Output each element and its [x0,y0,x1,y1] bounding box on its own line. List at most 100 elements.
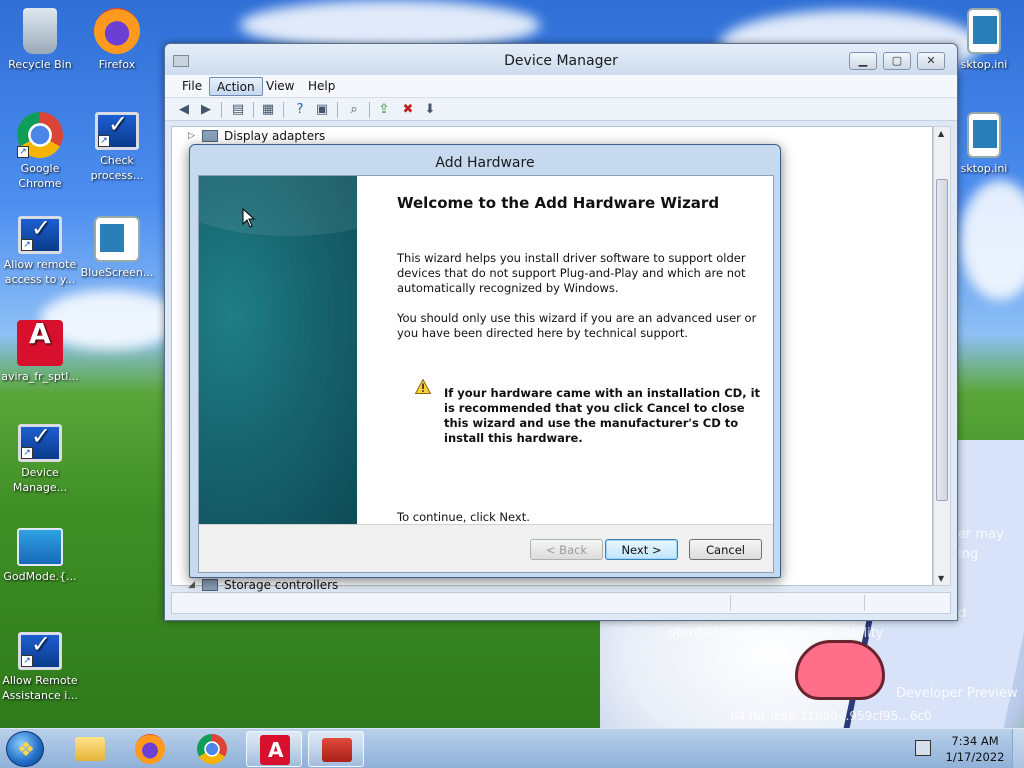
folder-icon [75,737,105,761]
add-hardware-dialog[interactable]: Add Hardware Welcome to the Add Hardware… [189,144,781,578]
desktop-icon-bluescreen[interactable]: BlueScreen... [77,216,157,280]
scroll-down-arrow-icon[interactable]: ▼ [938,574,944,583]
back-button[interactable]: < Back [530,539,603,560]
shortcut-arrow-icon: ↗ [21,239,33,251]
taskbar-chrome[interactable] [184,731,240,767]
chrome-icon [197,734,227,764]
toolbar-separator [221,102,222,118]
bluescreen-view-icon [94,216,140,262]
monitor-check-icon: ↗ [95,112,139,150]
desktop-icon-check-process[interactable]: ↗ Check process... [77,112,157,183]
show-hide-console-tree-icon[interactable]: ▤ [229,101,247,118]
desktop-icon-device-manager[interactable]: ↗ Device Manage... [0,424,80,495]
scan-hardware-icon[interactable]: ⌕ [345,101,363,118]
wizard-heading: Welcome to the Add Hardware Wizard [397,194,720,212]
taskbar-clock[interactable]: 7:34 AM 1/17/2022 [940,733,1010,765]
menu-file[interactable]: File [175,77,209,96]
toolbox-icon [322,738,352,762]
wizard-footer: < Back Next > Cancel [199,524,773,572]
clock-time: 7:34 AM [951,734,999,748]
cancel-button[interactable]: Cancel [689,539,762,560]
tree-item-label: Display adapters [224,129,326,143]
clock-date: 1/17/2022 [945,750,1005,764]
document-icon [967,8,1001,54]
desktop-icon-allow-remote-assistance[interactable]: ↗ Allow Remote Assistance i... [0,632,80,703]
avira-icon [17,320,63,366]
control-panel-icon [17,528,63,566]
taskbar-firefox[interactable] [122,731,178,767]
show-desktop-button[interactable] [1012,729,1024,768]
enable-device-icon[interactable]: ⬇ [421,101,439,118]
maximize-icon: ▢ [891,54,903,67]
forward-arrow-icon[interactable]: ▶ [197,101,215,118]
desktop-icon-label: Google Chrome [18,162,62,190]
window-title: Device Manager [504,53,618,69]
vertical-scrollbar[interactable]: ▲ ▼ [933,126,951,586]
shortcut-arrow-icon: ↗ [17,146,29,158]
toolbar-separator [369,102,370,118]
scrollbar-thumb[interactable] [936,179,948,501]
status-bar [171,592,951,614]
network-tray-icon[interactable] [915,740,931,756]
watermark-text-1: er may [958,527,1004,542]
desktop-icon-label: Device Manage... [12,466,68,494]
desktop-icon-label: sktop.ini [960,162,1008,175]
properties-icon[interactable]: ▦ [259,101,277,118]
document-icon [967,112,1001,158]
watermark-text-2: ing [958,547,979,562]
wizard-intro-text: This wizard helps you install driver sof… [397,251,746,295]
shortcut-arrow-icon: ↗ [21,447,33,459]
desktop-icon-label: GodMode.{... [3,570,77,583]
menu-help[interactable]: Help [301,77,342,96]
update-driver-icon[interactable]: ⇪ [375,101,393,118]
status-bar-divider [730,595,731,611]
desktop-icon-google-chrome[interactable]: ↗ Google Chrome [0,112,80,191]
desktop-icon-label: Firefox [98,58,136,71]
desktop-icon-godmode[interactable]: GodMode.{... [0,528,80,584]
desktop-icon-allow-remote-access[interactable]: ↗ Allow remote access to y... [0,216,80,287]
tree-item-label: Storage controllers [224,578,339,592]
toolbar-separator [253,102,254,118]
desktop-icon-recycle-bin[interactable]: Recycle Bin [0,8,80,72]
close-button[interactable]: ✕ [917,52,945,70]
taskbar: 7:34 AM 1/17/2022 [0,728,1024,768]
desktop-icon-label: BlueScreen... [80,266,154,279]
toolbar-separator [283,102,284,118]
display-adapter-icon [202,130,218,142]
uninstall-device-icon[interactable]: ✖ [399,101,417,118]
toolbar: ◀ ▶ ▤ ▦ ? ▣ ⌕ ⇪ ✖ ⬇ [165,97,957,121]
desktop-icon-firefox[interactable]: Firefox [77,8,157,72]
wallpaper-character-mouth [795,640,885,700]
close-icon: ✕ [926,54,936,67]
monitor-check-icon: ↗ [18,424,62,462]
start-button[interactable] [6,731,44,767]
taskbar-device-manager[interactable] [308,731,364,767]
device-manager-titlebar[interactable]: Device Manager ▁ ▢ ✕ [165,44,957,75]
expand-arrow-icon[interactable]: ▷ [188,131,195,141]
menu-view[interactable]: View [259,77,301,96]
minimize-button[interactable]: ▁ [849,52,877,70]
back-arrow-icon[interactable]: ◀ [175,101,193,118]
expand-arrow-icon[interactable]: ◢ [188,580,195,590]
menu-action[interactable]: Action [209,77,263,96]
desktop-icon-label: Allow remote access to y... [3,258,77,286]
dialog-title: Add Hardware [435,155,535,171]
menu-bar: File Action View Help [165,75,957,97]
recycle-bin-icon [23,8,57,54]
toolbar-separator [337,102,338,118]
scroll-up-arrow-icon[interactable]: ▲ [938,129,944,138]
minimize-icon: ▁ [858,54,868,67]
help-icon[interactable]: ? [291,101,309,118]
taskbar-explorer[interactable] [62,731,118,767]
monitor-check-icon: ↗ [18,216,62,254]
action-pane-icon[interactable]: ▣ [313,101,331,118]
desktop-icon-avira[interactable]: avira_fr_sptl... [0,320,80,384]
taskbar-avira[interactable] [246,731,302,767]
desktop-icon-label: Allow Remote Assistance i... [2,674,78,702]
firefox-icon [135,734,165,764]
mouse-cursor-icon [242,208,256,228]
next-button[interactable]: Next > [605,539,678,560]
status-bar-divider [864,595,865,611]
maximize-button[interactable]: ▢ [883,52,911,70]
firefox-icon [94,8,140,54]
